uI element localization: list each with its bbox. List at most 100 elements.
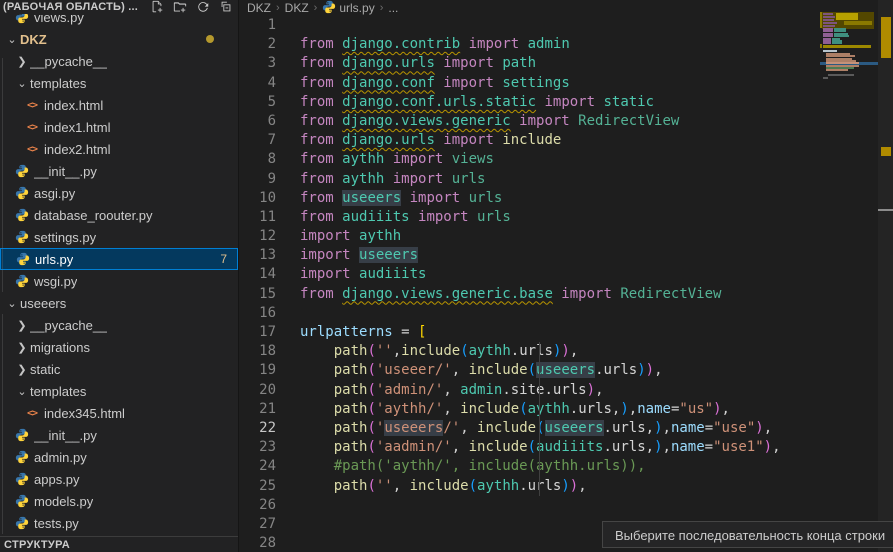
- tree-item-models-py[interactable]: models.py: [0, 490, 238, 512]
- tree-item-tests-py[interactable]: tests.py: [0, 512, 238, 534]
- token: import: [536, 94, 603, 110]
- tree-item--pycache-[interactable]: ❯__pycache__: [0, 50, 238, 72]
- line-number[interactable]: 10: [239, 189, 276, 208]
- explorer-section-header[interactable]: (РАБОЧАЯ ОБЛАСТЬ) ...: [0, 0, 238, 14]
- overview-ruler-scrollbar[interactable]: [878, 0, 893, 552]
- tree-item-settings-py[interactable]: settings.py: [0, 226, 238, 248]
- token: useeers: [384, 420, 443, 436]
- line-number[interactable]: 26: [239, 496, 276, 515]
- line-number[interactable]: 24: [239, 457, 276, 476]
- new-folder-icon[interactable]: [173, 0, 187, 14]
- code-line-12[interactable]: 12import aythh: [239, 227, 893, 246]
- code-line-1[interactable]: 1: [239, 16, 893, 35]
- code-area[interactable]: 12from django.contrib import admin3from …: [239, 16, 893, 552]
- tree-item-index1-html[interactable]: <>index1.html: [0, 116, 238, 138]
- line-number[interactable]: 1: [239, 16, 276, 35]
- code-line-11[interactable]: 11from audiiits import urls: [239, 208, 893, 227]
- line-number[interactable]: 21: [239, 400, 276, 419]
- token: ,: [443, 382, 460, 398]
- tree-item--init-py[interactable]: __init__.py: [0, 160, 238, 182]
- tree-item-apps-py[interactable]: apps.py: [0, 468, 238, 490]
- tree-item-wsgi-py[interactable]: wsgi.py: [0, 270, 238, 292]
- code-line-14[interactable]: 14import audiiits: [239, 265, 893, 284]
- tree-item-static[interactable]: ❯static: [0, 358, 238, 380]
- minimap-fragment: [823, 13, 833, 15]
- outline-section-header[interactable]: СТРУКТУРА: [0, 536, 238, 552]
- token: useeers: [342, 190, 401, 206]
- line-number[interactable]: 3: [239, 54, 276, 73]
- code-line-19[interactable]: 19 path('useeer/', include(useeers.urls)…: [239, 361, 893, 380]
- line-number[interactable]: 14: [239, 265, 276, 284]
- line-number[interactable]: 25: [239, 477, 276, 496]
- tree-item-label: index.html: [44, 98, 103, 113]
- line-number[interactable]: 12: [239, 227, 276, 246]
- tree-item-dkz[interactable]: ⌄DKZ: [0, 28, 238, 50]
- line-number[interactable]: 27: [239, 515, 276, 534]
- code-line-7[interactable]: 7from django.urls import include: [239, 131, 893, 150]
- code-line-20[interactable]: 20 path('admin/', admin.site.urls),: [239, 381, 893, 400]
- tree-item-index-html[interactable]: <>index.html: [0, 94, 238, 116]
- code-line-13[interactable]: 13import useeers: [239, 246, 893, 265]
- code-line-9[interactable]: 9from aythh import urls: [239, 170, 893, 189]
- code-line-23[interactable]: 23 path('aadmin/', include(audiiits.urls…: [239, 438, 893, 457]
- tree-item-useeers[interactable]: ⌄useeers: [0, 292, 238, 314]
- tree-item-database-roouter-py[interactable]: database_roouter.py: [0, 204, 238, 226]
- tree-item--pycache-[interactable]: ❯__pycache__: [0, 314, 238, 336]
- tree-item-migrations[interactable]: ❯migrations: [0, 336, 238, 358]
- line-number[interactable]: 13: [239, 246, 276, 265]
- code-line-16[interactable]: 16: [239, 304, 893, 323]
- token: settings: [502, 75, 569, 91]
- line-number[interactable]: 17: [239, 323, 276, 342]
- minimap[interactable]: [820, 0, 878, 552]
- tree-item-admin-py[interactable]: admin.py: [0, 446, 238, 468]
- line-number[interactable]: 8: [239, 150, 276, 169]
- breadcrumb-item[interactable]: urls.py: [322, 0, 374, 17]
- code-line-6[interactable]: 6from django.views.generic import Redire…: [239, 112, 893, 131]
- line-number[interactable]: 11: [239, 208, 276, 227]
- line-number[interactable]: 28: [239, 534, 276, 552]
- code-line-17[interactable]: 17urlpatterns = [: [239, 323, 893, 342]
- tree-item-templates[interactable]: ⌄templates: [0, 72, 238, 94]
- token: (: [367, 382, 375, 398]
- tree-item-asgi-py[interactable]: asgi.py: [0, 182, 238, 204]
- line-number[interactable]: 6: [239, 112, 276, 131]
- code-line-21[interactable]: 21 path('aythh/', include(aythh.urls,),n…: [239, 400, 893, 419]
- code-line-4[interactable]: 4from django.conf import settings: [239, 74, 893, 93]
- tree-item-index2-html[interactable]: <>index2.html: [0, 138, 238, 160]
- code-line-24[interactable]: 24 #path('aythh/', include(aythh.urls)),: [239, 457, 893, 476]
- code-line-3[interactable]: 3from django.urls import path: [239, 54, 893, 73]
- tree-item-index345-html[interactable]: <>index345.html: [0, 402, 238, 424]
- code-line-22[interactable]: 22 path('useeers/', include(useeers.urls…: [239, 419, 893, 438]
- line-number[interactable]: 4: [239, 74, 276, 93]
- line-number[interactable]: 20: [239, 381, 276, 400]
- tree-item-label: DKZ: [20, 32, 47, 47]
- code-line-26[interactable]: 26: [239, 496, 893, 515]
- breadcrumb-item[interactable]: ...: [388, 1, 398, 15]
- line-number[interactable]: 22: [239, 419, 276, 438]
- tree-item-templates[interactable]: ⌄templates: [0, 380, 238, 402]
- code-line-5[interactable]: 5from django.conf.urls.static import sta…: [239, 93, 893, 112]
- line-number[interactable]: 18: [239, 342, 276, 361]
- new-file-icon[interactable]: [150, 0, 164, 14]
- line-number[interactable]: 23: [239, 438, 276, 457]
- code-line-15[interactable]: 15from django.views.generic.base import …: [239, 285, 893, 304]
- breadcrumb-item[interactable]: DKZ: [285, 1, 309, 15]
- line-number[interactable]: 16: [239, 304, 276, 323]
- line-number[interactable]: 19: [239, 361, 276, 380]
- code-line-8[interactable]: 8from aythh import views: [239, 150, 893, 169]
- breadcrumb-item[interactable]: DKZ: [247, 1, 271, 15]
- line-number[interactable]: 2: [239, 35, 276, 54]
- line-number[interactable]: 7: [239, 131, 276, 150]
- line-number[interactable]: 5: [239, 93, 276, 112]
- tree-item-urls-py[interactable]: urls.py7: [0, 248, 238, 270]
- code-line-2[interactable]: 2from django.contrib import admin: [239, 35, 893, 54]
- code-line-10[interactable]: 10from useeers import urls: [239, 189, 893, 208]
- refresh-icon[interactable]: [196, 0, 210, 14]
- code-line-25[interactable]: 25 path('', include(aythh.urls)),: [239, 477, 893, 496]
- code-line-18[interactable]: 18 path('',include(aythh.urls)),: [239, 342, 893, 361]
- collapse-all-icon[interactable]: [219, 0, 233, 14]
- line-number[interactable]: 9: [239, 170, 276, 189]
- tree-item--init-py[interactable]: __init__.py: [0, 424, 238, 446]
- line-number[interactable]: 15: [239, 285, 276, 304]
- token: ): [561, 478, 569, 494]
